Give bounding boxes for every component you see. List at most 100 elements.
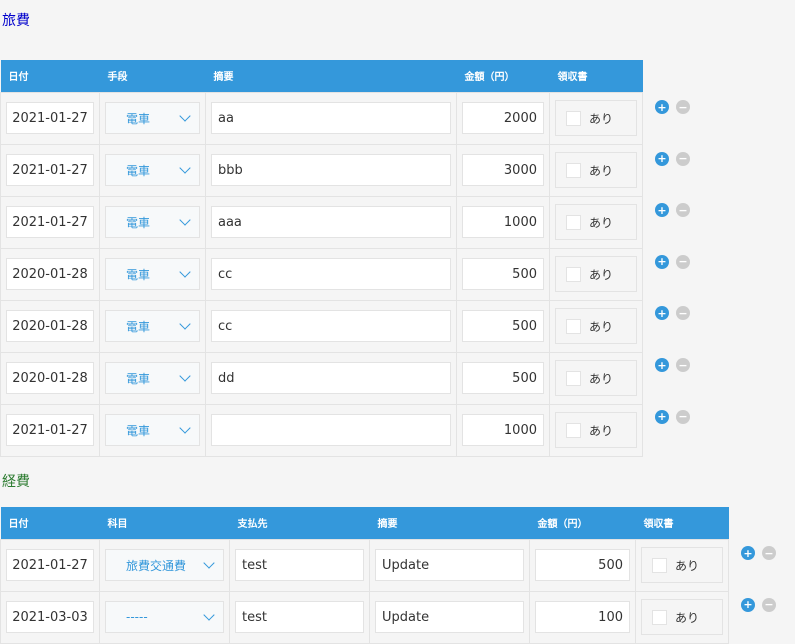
summary-field[interactable]: dd — [211, 362, 451, 394]
summary-field[interactable]: Update — [375, 601, 524, 633]
cell-amount: 1000 — [456, 403, 550, 457]
amount-field[interactable]: 1000 — [462, 206, 544, 238]
column-header-date: 日付 — [0, 60, 100, 92]
receipt-cell: あり — [555, 412, 637, 448]
cell-date: 2021-01-27 — [0, 91, 100, 145]
plus-circle-icon[interactable]: + — [655, 203, 669, 218]
account-select[interactable]: ----- — [105, 601, 224, 633]
summary-value: aaa — [218, 214, 242, 230]
receipt-cell: あり — [555, 308, 637, 344]
date-field[interactable]: 2021-01-27 — [6, 102, 94, 134]
receipt-cell: あり — [555, 152, 637, 188]
chevron-down-icon — [179, 214, 191, 226]
date-field[interactable]: 2021-01-27 — [6, 206, 94, 238]
summary-field[interactable]: aaa — [211, 206, 451, 238]
amount-field[interactable]: 3000 — [462, 154, 544, 186]
receipt-checkbox[interactable] — [566, 318, 581, 334]
chevron-down-icon — [179, 370, 191, 382]
cell-summary: cc — [205, 247, 457, 301]
date-field[interactable]: 2020-01-28 — [6, 310, 94, 342]
minus-circle-icon[interactable]: − — [676, 409, 690, 424]
summary-value: cc — [218, 318, 233, 334]
receipt-checkbox[interactable] — [566, 422, 581, 438]
minus-circle-icon[interactable]: − — [676, 151, 690, 166]
summary-value: bbb — [218, 162, 243, 178]
date-value: 2020-01-28 — [12, 318, 88, 334]
minus-circle-icon[interactable]: − — [676, 203, 690, 218]
method-select[interactable]: 電車 — [105, 154, 200, 186]
date-field[interactable]: 2021-01-27 — [6, 414, 94, 446]
cell-account: ----- — [99, 590, 230, 644]
amount-field[interactable]: 2000 — [462, 102, 544, 134]
plus-circle-icon[interactable]: + — [655, 151, 669, 166]
plus-circle-icon[interactable]: + — [655, 100, 669, 114]
method-select[interactable]: 電車 — [105, 362, 200, 394]
table-header-row: 日付 手段 摘要 金額（円） 領収書 — [0, 60, 643, 92]
receipt-checkbox[interactable] — [566, 370, 581, 386]
plus-circle-icon[interactable]: + — [655, 358, 669, 372]
receipt-checkbox[interactable] — [652, 609, 667, 625]
payee-field[interactable]: test — [235, 601, 364, 633]
date-value: 2020-01-28 — [12, 370, 88, 386]
receipt-checkbox[interactable] — [652, 557, 667, 573]
table-row: 2021-01-27 電車 aa 2000 あり — [0, 91, 643, 145]
amount-value: 500 — [512, 266, 537, 282]
summary-value: Update — [382, 609, 430, 625]
column-header-receipt: 領収書 — [549, 60, 643, 92]
date-field[interactable]: 2021-03-03 — [6, 601, 94, 633]
amount-field[interactable]: 500 — [462, 310, 544, 342]
column-header-date: 日付 — [0, 507, 100, 539]
plus-circle-icon[interactable]: + — [655, 254, 669, 269]
minus-circle-icon[interactable]: − — [676, 306, 690, 321]
cell-receipt: あり — [549, 91, 643, 145]
expense-table: 日付 科目 支払先 摘要 金額（円） 領収書 2021-01-27 旅費交通費 te… — [0, 507, 729, 644]
summary-field[interactable]: Update — [375, 549, 524, 581]
date-field[interactable]: 2021-01-27 — [6, 154, 94, 186]
amount-field[interactable]: 1000 — [462, 414, 544, 446]
method-select[interactable]: 電車 — [105, 102, 200, 134]
summary-field[interactable]: cc — [211, 258, 451, 290]
receipt-label: あり — [589, 371, 614, 386]
column-header-method: 手段 — [99, 60, 206, 92]
minus-circle-icon[interactable]: − — [676, 358, 690, 372]
account-select[interactable]: 旅費交通費 — [105, 549, 224, 581]
minus-circle-icon[interactable]: − — [762, 546, 776, 560]
receipt-checkbox[interactable] — [566, 266, 581, 282]
summary-field[interactable]: bbb — [211, 154, 451, 186]
minus-circle-icon[interactable]: − — [676, 100, 690, 114]
method-select[interactable]: 電車 — [105, 206, 200, 238]
minus-circle-icon[interactable]: − — [676, 254, 690, 269]
method-select[interactable]: 電車 — [105, 414, 200, 446]
summary-field[interactable]: cc — [211, 310, 451, 342]
plus-circle-icon[interactable]: + — [741, 546, 755, 560]
cell-amount: 3000 — [456, 143, 550, 197]
amount-field[interactable]: 100 — [535, 601, 630, 633]
amount-field[interactable]: 500 — [535, 549, 630, 581]
chevron-down-icon — [179, 266, 191, 278]
date-field[interactable]: 2020-01-28 — [6, 362, 94, 394]
receipt-checkbox[interactable] — [566, 110, 581, 126]
receipt-checkbox[interactable] — [566, 162, 581, 178]
amount-field[interactable]: 500 — [462, 258, 544, 290]
amount-value: 100 — [598, 609, 623, 625]
date-field[interactable]: 2020-01-28 — [6, 258, 94, 290]
cell-date: 2021-01-27 — [0, 143, 100, 197]
plus-circle-icon[interactable]: + — [655, 409, 669, 424]
cell-summary — [205, 403, 457, 457]
receipt-checkbox[interactable] — [566, 214, 581, 230]
payee-field[interactable]: test — [235, 549, 364, 581]
plus-circle-icon[interactable]: + — [741, 597, 755, 612]
method-select[interactable]: 電車 — [105, 310, 200, 342]
summary-field[interactable] — [211, 414, 451, 446]
method-value: 電車 — [126, 319, 151, 334]
row-action-buttons: + − — [655, 409, 690, 424]
method-select[interactable]: 電車 — [105, 258, 200, 290]
date-field[interactable]: 2021-01-27 — [6, 549, 94, 581]
plus-circle-icon[interactable]: + — [655, 306, 669, 321]
amount-field[interactable]: 500 — [462, 362, 544, 394]
row-action-buttons: + − — [655, 100, 690, 114]
minus-circle-icon[interactable]: − — [762, 597, 776, 612]
method-value: 電車 — [126, 371, 151, 386]
summary-field[interactable]: aa — [211, 102, 451, 134]
summary-value: dd — [218, 370, 235, 386]
